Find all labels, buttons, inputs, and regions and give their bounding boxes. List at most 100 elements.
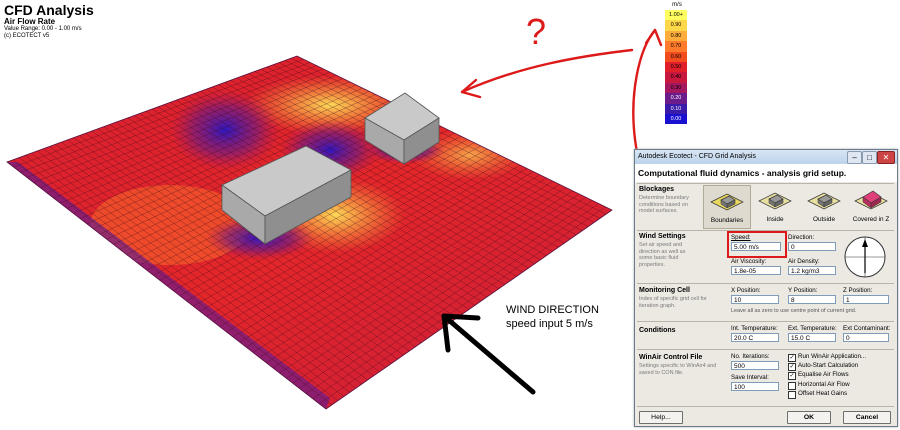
checkbox-checked-icon[interactable]: ✓ bbox=[788, 363, 796, 372]
direction-label: Direction: bbox=[788, 234, 815, 241]
minimize-button[interactable]: – bbox=[847, 151, 862, 164]
boundaries-icon bbox=[710, 193, 744, 211]
dialog-button-bar: Help... OK Cancel bbox=[637, 406, 894, 425]
monitoring-cell-title: Monitoring Cell bbox=[639, 287, 690, 294]
ext-contaminant-label: Ext Contaminant: bbox=[843, 325, 891, 332]
iterations-field[interactable]: 500 bbox=[731, 361, 779, 370]
checkbox-label: Equalise Air Flows bbox=[798, 371, 849, 379]
dialog-title: Autodesk Ecotect - CFD Grid Analysis bbox=[638, 153, 756, 160]
ext-contaminant-field[interactable]: 0 bbox=[843, 333, 889, 342]
legend-item: 0.10 bbox=[665, 103, 687, 114]
cfd-grid-analysis-dialog: Autodesk Ecotect - CFD Grid Analysis – □… bbox=[634, 149, 898, 427]
value-range-label: Value Range: 0.00 - 1.00 m/s bbox=[4, 26, 82, 32]
copyright-label: (c) ECOTECT v5 bbox=[4, 33, 50, 39]
conditions-section: Conditions Int. Temperature: 20.0 C Ext.… bbox=[637, 321, 894, 349]
legend-item: 0.30 bbox=[665, 82, 687, 94]
legend-item: 0.60 bbox=[665, 51, 687, 62]
monitoring-cell-section: Monitoring Cell Index of specific grid c… bbox=[637, 283, 894, 321]
outside-label: Outside bbox=[812, 216, 836, 223]
dialog-titlebar[interactable]: Autodesk Ecotect - CFD Grid Analysis – □… bbox=[635, 150, 897, 164]
monitoring-hint: Leave all as zero to use centre point of… bbox=[731, 308, 857, 314]
blockage-option-boundaries[interactable]: Boundaries bbox=[703, 185, 751, 229]
wind-settings-description: Set air speed and direction as well as s… bbox=[639, 242, 686, 268]
checkbox-label: Offset Heat Gains bbox=[798, 389, 848, 397]
save-interval-label: Save Interval: bbox=[731, 374, 769, 381]
air-viscosity-field[interactable]: 1.8e-05 bbox=[731, 266, 781, 275]
wind-settings-section: Wind Settings Set air speed and directio… bbox=[637, 230, 894, 283]
conditions-title: Conditions bbox=[639, 327, 676, 334]
air-density-label: Air Density: bbox=[788, 258, 820, 265]
int-temperature-label: Int. Temperature: bbox=[731, 325, 778, 332]
legend-unit: m/s bbox=[672, 2, 682, 8]
winair-section: WinAir Control File Settings specific to… bbox=[637, 349, 894, 406]
ok-button[interactable]: OK bbox=[787, 411, 831, 424]
wind-settings-title: Wind Settings bbox=[639, 233, 686, 240]
cfd-title: CFD Analysis bbox=[4, 2, 94, 18]
checkbox-row[interactable]: Offset Heat Gains bbox=[788, 390, 894, 399]
wind-annotation: WIND DIRECTION speed input 5 m/s bbox=[506, 303, 599, 331]
question-mark: ? bbox=[526, 11, 546, 52]
checkbox-checked-icon[interactable]: ✓ bbox=[788, 354, 796, 362]
blockages-description: Determine boundary conditions based on m… bbox=[639, 195, 689, 214]
legend-item: 0.70 bbox=[665, 41, 687, 52]
winair-description: Settings specific to WinAir4 and saved t… bbox=[639, 363, 717, 376]
y-position-field[interactable]: 8 bbox=[788, 295, 836, 304]
cancel-button[interactable]: Cancel bbox=[843, 411, 891, 424]
help-button[interactable]: Help... bbox=[639, 411, 683, 424]
legend-item: 0.80 bbox=[665, 30, 687, 42]
cfd-subtitle: Air Flow Rate bbox=[4, 17, 56, 26]
checkbox-label: Auto-Start Calculation bbox=[798, 362, 859, 370]
checkbox-row[interactable]: ✓ Auto-Start Calculation bbox=[788, 362, 894, 372]
blockages-section: Blockages Determine boundary conditions … bbox=[637, 183, 894, 230]
blockages-title: Blockages bbox=[639, 186, 675, 193]
annotation-arrow-to-plot bbox=[460, 48, 634, 99]
inside-icon bbox=[758, 192, 792, 210]
checkbox-label: Run WinAir Application... bbox=[798, 353, 867, 360]
blockage-option-outside[interactable]: Outside bbox=[801, 185, 847, 227]
speed-highlight-box bbox=[727, 231, 787, 258]
z-position-field[interactable]: 1 bbox=[843, 295, 889, 304]
close-button[interactable]: ✕ bbox=[877, 151, 895, 164]
blockage-option-inside[interactable]: Inside bbox=[752, 185, 798, 227]
air-viscosity-label: Air Viscosity: bbox=[731, 258, 767, 265]
int-temperature-field[interactable]: 20.0 C bbox=[731, 333, 779, 342]
legend-item: 0.90 bbox=[665, 20, 687, 31]
covered-in-z-label: Covered in Z bbox=[852, 216, 890, 223]
inside-label: Inside bbox=[766, 216, 784, 223]
dialog-header: Computational fluid dynamics - analysis … bbox=[635, 164, 897, 182]
outside-icon bbox=[807, 192, 841, 210]
ext-temperature-field[interactable]: 15.0 C bbox=[788, 333, 836, 342]
legend-item: 0.40 bbox=[665, 72, 687, 83]
color-legend: m/s 1.00+ 0.90 0.80 0.70 0.60 0.50 0.40 0.30 0.2… bbox=[664, 2, 690, 125]
x-position-field[interactable]: 10 bbox=[731, 295, 779, 304]
cfd-grid-plane bbox=[6, 55, 613, 410]
covered-in-z-icon bbox=[854, 190, 888, 210]
legend-item: 1.00+ bbox=[665, 10, 687, 21]
checkbox-checked-icon[interactable]: ✓ bbox=[788, 372, 796, 381]
direction-field[interactable]: 0 bbox=[788, 242, 836, 251]
wind-direction-label: WIND DIRECTION bbox=[506, 304, 599, 316]
monitoring-cell-description: Index of specific grid cell for iteratio… bbox=[639, 296, 707, 309]
winair-title: WinAir Control File bbox=[639, 354, 703, 361]
z-position-label: Z Position: bbox=[843, 287, 873, 294]
air-density-field[interactable]: 1.2 kg/m3 bbox=[788, 266, 836, 275]
checkbox-row[interactable]: Horizontal Air Flow bbox=[788, 381, 894, 390]
checkbox-row[interactable]: ✓ Run WinAir Application... bbox=[788, 353, 894, 362]
blockage-option-covered-in-z[interactable]: Covered in Z bbox=[848, 185, 894, 227]
iterations-label: No. Iterations: bbox=[731, 353, 770, 360]
legend-item: 0.00 bbox=[665, 113, 687, 125]
checkbox-unchecked-icon[interactable] bbox=[788, 381, 796, 390]
x-position-label: X Position: bbox=[731, 287, 761, 294]
legend-item: 0.20 bbox=[665, 93, 687, 104]
wind-direction-compass-icon[interactable] bbox=[841, 233, 889, 281]
dialog-header-text: Computational fluid dynamics - analysis … bbox=[638, 168, 847, 178]
checkbox-row[interactable]: ✓ Equalise Air Flows bbox=[788, 371, 894, 381]
boundaries-label: Boundaries bbox=[710, 217, 744, 224]
checkbox-unchecked-icon[interactable] bbox=[788, 390, 796, 399]
maximize-button[interactable]: □ bbox=[862, 151, 877, 164]
checkbox-label: Horizontal Air Flow bbox=[798, 380, 850, 388]
ext-temperature-label: Ext. Temperature: bbox=[788, 325, 837, 332]
save-interval-field[interactable]: 100 bbox=[731, 382, 779, 391]
y-position-label: Y Position: bbox=[788, 287, 818, 294]
legend-item: 0.50 bbox=[665, 61, 687, 73]
